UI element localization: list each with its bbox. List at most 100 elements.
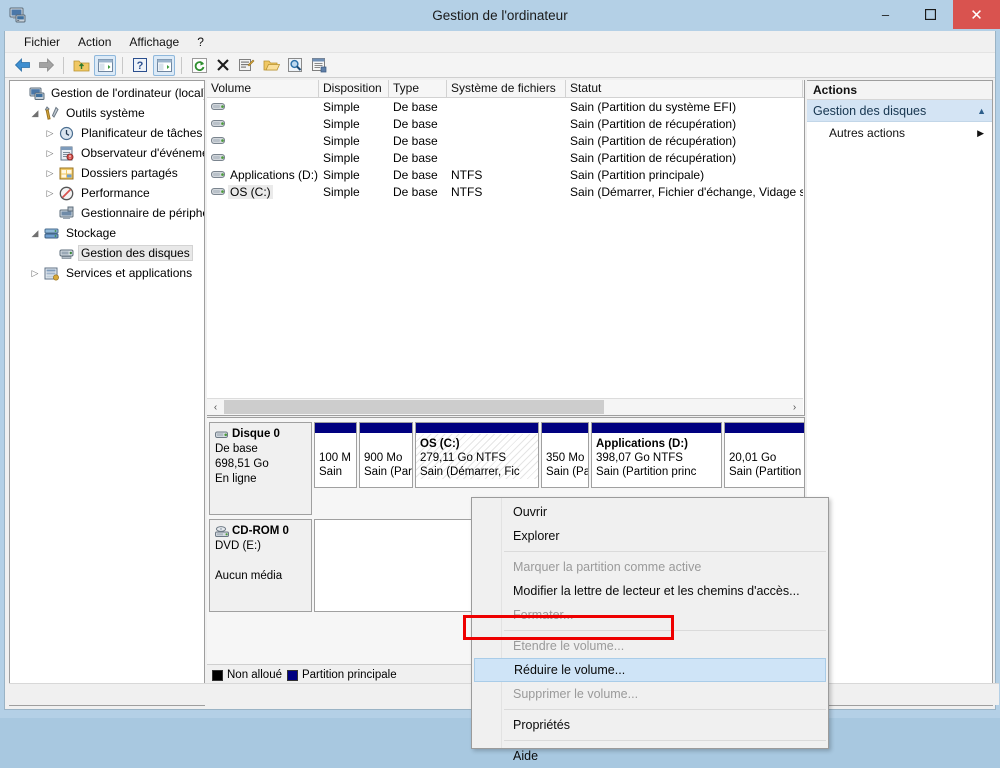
chevron-up-icon[interactable]: ▲ [977,106,986,116]
tree-item-services-et-applications[interactable]: ▷ Services et applications [10,263,204,283]
partition-box[interactable]: Applications (D:) 398,07 Go NTFS Sain (Par… [591,422,722,488]
tree-item-gestion-des-disques[interactable]: Gestion des disques [10,243,204,263]
console-tree[interactable]: Gestion de l'ordinateur (local) ◢ Outils s… [10,81,204,687]
expander-expand-icon[interactable]: ▷ [42,163,58,183]
volume-disposition-cell: Simple [323,99,360,114]
volume-name-cell [207,135,319,147]
volume-type-cell: De base [393,99,438,114]
expander-expand-icon[interactable]: ▷ [42,183,58,203]
actions-item-more-actions[interactable]: Autres actions ▶ [807,122,992,144]
column-header-disposition[interactable]: Disposition [319,80,389,97]
context-menu-item-label: Aide [513,749,539,763]
tree-item-outils-syst-me[interactable]: ◢ Outils système [10,103,204,123]
volume-disposition-cell: Simple [323,133,360,148]
volume-status-cell: Sain (Partition de récupération) [570,116,737,131]
partition-info: 20,01 Go Sain (Partition [725,434,804,479]
volume-row[interactable]: Simple De base Sain (Partition de récupéra… [207,132,804,149]
tree-item-gestionnaire-de-p-riph-riques[interactable]: Gestionnaire de périphériques [10,203,204,223]
close-icon: ✕ [970,6,983,24]
partition-box[interactable]: 100 M Sain [314,422,357,488]
tree-item-observateur-d-v-nements[interactable]: ▷ Observateur d'événements [10,143,204,163]
menu-help[interactable]: ? [188,33,213,51]
event-viewer-icon [58,145,75,161]
partition-size-label: 398,07 Go NTFS [596,452,683,464]
partition-info: 100 M Sain [315,434,356,479]
partition-box[interactable]: 350 Mo Sain (Pа [541,422,589,488]
export-list-button[interactable] [308,55,330,76]
minimize-button[interactable]: – [863,0,908,29]
menu-file[interactable]: Fichier [15,33,69,51]
back-button[interactable] [11,55,33,76]
disk-info-panel[interactable]: Disque 0 De base 698,51 Go En ligne [209,422,312,515]
maximize-button[interactable] [908,0,953,29]
show-hide-action-pane-button[interactable] [153,54,175,76]
tree-item-performance[interactable]: ▷ Performance [10,183,204,203]
expander-collapse-icon[interactable]: ◢ [27,223,43,243]
minimize-icon: – [881,7,890,22]
volume-row[interactable]: Applications (D:) Simple De base NTFS Sain (… [207,166,804,183]
context-menu-item-label: Explorer [513,529,560,543]
volume-list-header[interactable]: Volume Disposition Type Système de fichiers… [207,80,804,98]
scroll-right-icon[interactable]: › [786,399,803,415]
context-menu-separator [504,740,826,741]
forward-button[interactable] [35,55,57,76]
tree-item-gestion-de-l-ordinateur-local[interactable]: Gestion de l'ordinateur (local) [10,83,204,103]
expander-expand-icon[interactable]: ▷ [42,143,58,163]
expander-expand-icon[interactable]: ▷ [42,123,58,143]
close-button[interactable]: ✕ [953,0,1000,29]
up-one-level-button[interactable] [70,55,92,76]
delete-button[interactable] [212,55,234,76]
menu-action[interactable]: Action [69,33,120,51]
volume-row[interactable]: Simple De base Sain (Partition de récupéra… [207,115,804,132]
menu-view[interactable]: Affichage [120,33,188,51]
legend-swatch [212,669,223,681]
volume-scroll-track[interactable] [224,399,786,415]
ctx-change-drive-letter[interactable]: Modifier la lettre de lecteur et les che… [472,579,828,603]
expander-collapse-icon[interactable]: ◢ [27,103,43,123]
volume-row[interactable]: OS (C:) Simple De base NTFS Sain (Démarrer, … [207,183,804,200]
tree-item-stockage[interactable]: ◢ Stockage [10,223,204,243]
show-hide-console-tree-button[interactable] [94,54,116,76]
ctx-properties[interactable]: Propriétés [472,713,828,737]
disk-name-label: CD-ROM 0 [232,525,289,537]
disk-info-panel[interactable]: CD-ROM 0 DVD (E:) Aucun média [209,519,312,612]
cdrom-icon [215,525,230,538]
partition-box[interactable]: 900 Mo Sain (Par [359,422,413,488]
volume-name-cell [207,152,319,164]
partition-box[interactable]: OS (C:) 279,11 Go NTFS Sain (Démarrer, Fic [415,422,539,488]
volume-type-cell: De base [393,116,438,131]
volume-scroll-thumb[interactable] [224,400,604,414]
partition-info: 900 Mo Sain (Par [360,434,412,479]
column-header-type[interactable]: Type [389,80,447,97]
open-button[interactable] [260,55,282,76]
ctx-help[interactable]: Aide [472,744,828,768]
actions-item-label: Autres actions [829,126,906,140]
expander-expand-icon[interactable]: ▷ [27,263,43,283]
volume-row[interactable]: Simple De base Sain (Partition du système … [207,98,804,115]
search-button[interactable] [284,55,306,76]
ctx-shrink-volume[interactable]: Réduire le volume... [474,658,826,682]
volume-filesystem-cell: NTFS [451,184,483,199]
column-header-statut[interactable]: Statut [566,80,803,97]
partition-status-label: Sain (Démarrer, Fic [420,466,520,478]
actions-group-disk-management[interactable]: Gestion des disques ▲ [807,100,992,122]
properties-button[interactable] [236,55,258,76]
column-header-syst-me-de-fichiers[interactable]: Système de fichiers [447,80,566,97]
partition-box[interactable]: 20,01 Go Sain (Partition [724,422,804,488]
partition-status-label: Sain [319,466,343,478]
volume-context-menu[interactable]: Ouvrir Explorer Marquer la partition comme… [471,497,829,763]
column-header-volume[interactable]: Volume [207,80,319,97]
tree-item-dossiers-partag-s[interactable]: ▷ Dossiers partagés [10,163,204,183]
tree-item-label: Outils système [66,106,145,120]
tree-item-planificateur-de-t-ches[interactable]: ▷ Planificateur de tâches [10,123,204,143]
refresh-button[interactable] [188,55,210,76]
volume-row[interactable]: Simple De base Sain (Partition de récupéra… [207,149,804,166]
actions-title: Actions [807,81,992,100]
volume-list-horizontal-scrollbar[interactable]: ‹ › [207,398,803,415]
ctx-open[interactable]: Ouvrir [472,500,828,524]
context-menu-separator [504,630,826,631]
scroll-left-icon[interactable]: ‹ [207,399,224,415]
volume-list-body[interactable]: Simple De base Sain (Partition du système … [207,98,804,200]
help-button[interactable]: ? [129,55,151,76]
ctx-explore[interactable]: Explorer [472,524,828,548]
